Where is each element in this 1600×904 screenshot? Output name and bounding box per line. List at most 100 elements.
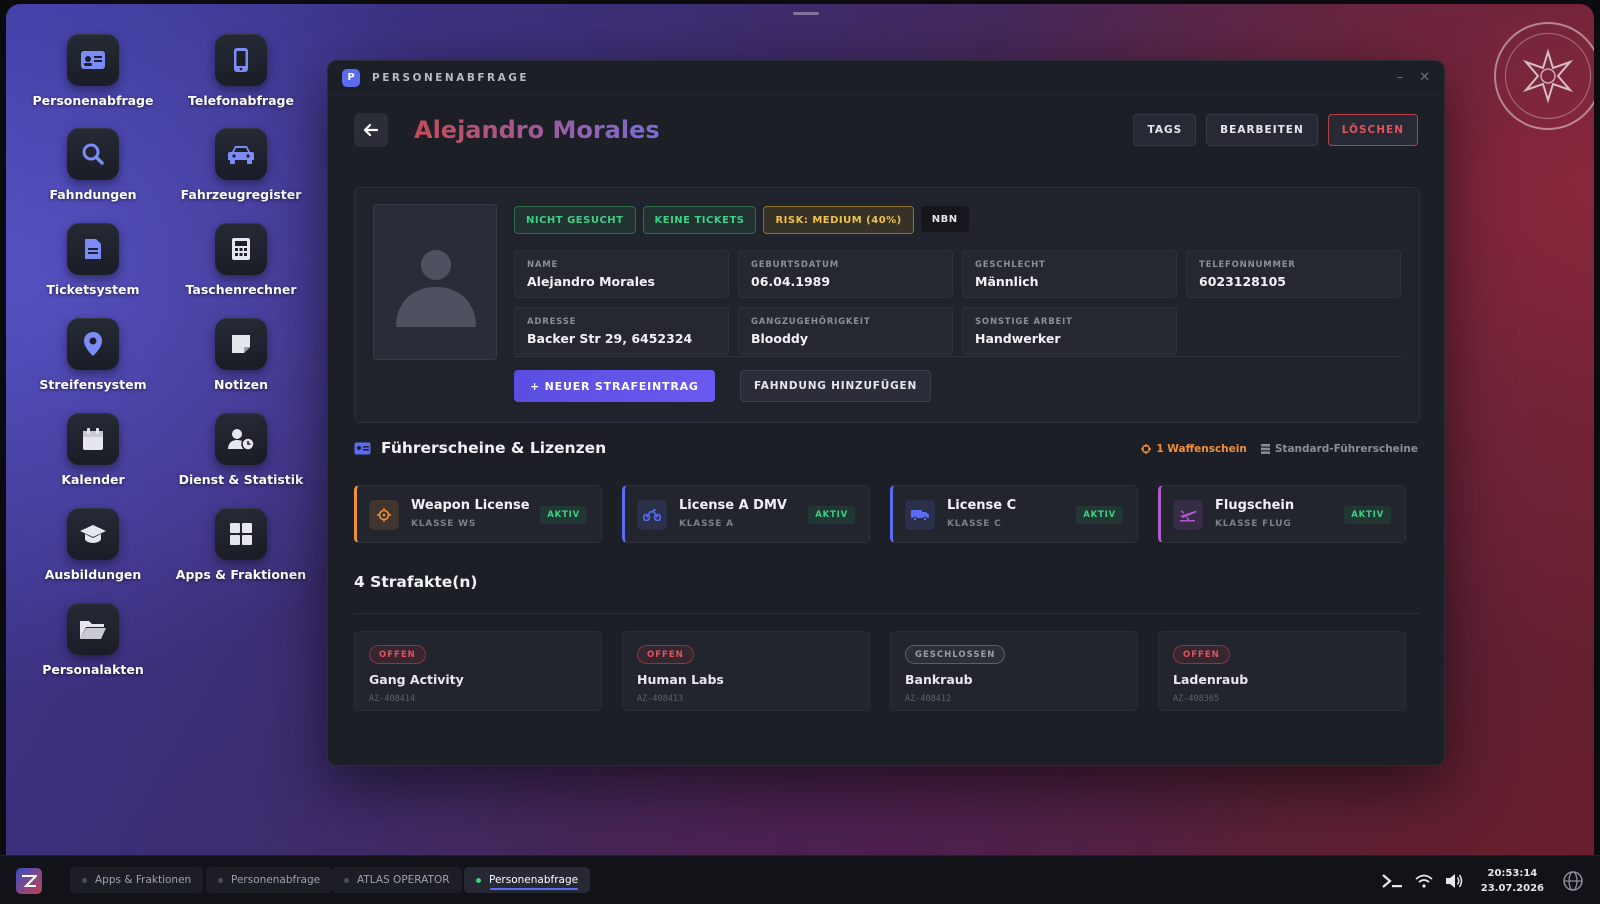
person-name-title: Alejandro Morales — [414, 116, 660, 144]
desktop-icon-label: Fahrzeugregister — [180, 187, 302, 202]
field-label: GESCHLECHT — [975, 260, 1046, 270]
desktop-icon-fahrzeugregister[interactable]: Fahrzeugregister — [171, 128, 311, 202]
star-badge-icon — [1522, 48, 1574, 104]
case-title: Gang Activity — [369, 672, 464, 687]
field-value: Blooddy — [751, 331, 809, 346]
note-icon — [215, 318, 267, 370]
case-card[interactable]: OFFEN Ladenraub AZ-408365 — [1158, 631, 1406, 711]
license-class: KLASSE C — [947, 519, 1002, 529]
desktop-icon-apps-fraktionen[interactable]: Apps & Fraktionen — [171, 508, 311, 582]
desktop-icon-ticketsystem[interactable]: Ticketsystem — [23, 223, 163, 297]
window-titlebar[interactable]: P PERSONENABFRAGE – ✕ — [328, 61, 1444, 95]
license-card[interactable]: Flugschein KLASSE FLUG AKTIV — [1158, 485, 1406, 543]
tickets-status-badge: KEINE TICKETS — [642, 206, 757, 234]
close-button[interactable]: ✕ — [1419, 70, 1430, 85]
desktop-icon-personalakten[interactable]: Personalakten — [23, 603, 163, 677]
user-clock-icon — [215, 413, 267, 465]
truck-icon — [905, 500, 935, 530]
desktop-icon-kalender[interactable]: Kalender — [23, 413, 163, 487]
taskbar-item[interactable]: ATLAS OPERATOR — [332, 867, 462, 893]
wanted-status-badge: NICHT GESUCHT — [514, 206, 636, 234]
field-value: Alejandro Morales — [527, 274, 655, 289]
cases-divider — [354, 613, 1420, 614]
desktop-icon-personenabfrage[interactable]: Personenabfrage — [23, 34, 163, 108]
license-card-icon — [354, 442, 371, 454]
add-warrant-button[interactable]: FAHNDUNG HINZUFÜGEN — [740, 370, 932, 402]
case-title: Human Labs — [637, 672, 724, 687]
new-record-button[interactable]: + NEUER STRAFEINTRAG — [514, 370, 715, 402]
volume-icon[interactable] — [1445, 873, 1463, 889]
weapon-count: 1 Waffenschein — [1141, 443, 1247, 455]
desktop-icon-fahndungen[interactable]: Fahndungen — [23, 128, 163, 202]
desktop-icon-label: Personalakten — [42, 662, 144, 677]
field-name: NAME Alejandro Morales — [514, 250, 729, 298]
start-menu-button[interactable] — [16, 868, 42, 894]
crosshair-icon — [369, 500, 399, 530]
avatar — [373, 204, 497, 360]
field-label: TELEFONNUMMER — [1199, 260, 1296, 270]
minimize-button[interactable]: – — [1397, 70, 1404, 85]
licenses-section-header: Führerscheine & Lizenzen — [354, 439, 606, 457]
case-card[interactable]: OFFEN Gang Activity AZ-408414 — [354, 631, 602, 711]
window-title: PERSONENABFRAGE — [372, 71, 529, 84]
license-name: License A DMV — [679, 498, 787, 513]
desktop-icon-label: Streifensystem — [39, 377, 147, 392]
delete-button[interactable]: LÖSCHEN — [1327, 114, 1418, 146]
license-card[interactable]: License C KLASSE C AKTIV — [890, 485, 1138, 543]
case-card[interactable]: OFFEN Human Labs AZ-408413 — [622, 631, 870, 711]
top-drag-handle[interactable] — [793, 12, 819, 15]
taskbar-item-label: Personenabfrage — [489, 874, 579, 886]
tags-button[interactable]: TAGS — [1133, 114, 1197, 146]
clock[interactable]: 20:53:14 23.07.2026 — [1481, 866, 1544, 896]
app-logo: P — [342, 68, 360, 87]
active-indicator — [490, 888, 579, 890]
police-seal-logo — [1494, 22, 1594, 130]
case-status-badge: OFFEN — [369, 645, 426, 664]
license-card[interactable]: License A DMV KLASSE A AKTIV — [622, 485, 870, 543]
license-name: Weapon License — [411, 498, 530, 513]
field-label: ADRESSE — [527, 317, 577, 327]
globe-icon[interactable] — [1562, 870, 1584, 892]
desktop-icon-streifensystem[interactable]: Streifensystem — [23, 318, 163, 392]
desktop-icon-telefonabfrage[interactable]: Telefonabfrage — [171, 34, 311, 108]
field-gender: GESCHLECHT Männlich — [962, 250, 1177, 298]
desktop-icon-dienst-statistik[interactable]: Dienst & Statistik — [171, 413, 311, 487]
desktop-icon-label: Notizen — [214, 377, 268, 392]
desktop-icon-taschenrechner[interactable]: Taschenrechner — [171, 223, 311, 297]
licenses-meta: 1 Waffenschein Standard-Führerscheine — [1141, 443, 1418, 455]
search-icon — [67, 128, 119, 180]
taskbar-item-active[interactable]: Personenabfrage — [464, 867, 591, 893]
clock-time: 20:53:14 — [1487, 867, 1538, 879]
taskbar-item-label: ATLAS OPERATOR — [357, 874, 450, 886]
taskbar: Apps & Fraktionen Personenabfrage ATLAS … — [0, 855, 1600, 904]
desktop-icon-label: Ausbildungen — [44, 567, 142, 582]
terminal-icon[interactable] — [1381, 873, 1403, 889]
case-id: AZ-408412 — [905, 694, 952, 704]
case-status-badge: OFFEN — [1173, 645, 1230, 664]
tag-badge: NBN — [920, 206, 969, 232]
desktop-icon-label: Kalender — [61, 472, 125, 487]
back-button[interactable] — [354, 113, 388, 147]
case-status-badge: OFFEN — [637, 645, 694, 664]
field-label: SONSTIGE ARBEIT — [975, 317, 1073, 327]
launcher-logo-icon — [22, 875, 37, 887]
field-birthdate: GEBURTSDATUM 06.04.1989 — [738, 250, 953, 298]
taskbar-item[interactable]: Personenabfrage — [206, 867, 333, 893]
license-card[interactable]: Weapon License KLASSE WS AKTIV — [354, 485, 602, 543]
personenabfrage-window: P PERSONENABFRAGE – ✕ Alejandro Morales … — [327, 60, 1445, 766]
person-header: Alejandro Morales TAGS BEARBEITEN LÖSCHE… — [354, 113, 1418, 147]
desktop-icon-ausbildungen[interactable]: Ausbildungen — [23, 508, 163, 582]
field-value: Männlich — [975, 274, 1039, 289]
edit-button[interactable]: BEARBEITEN — [1206, 114, 1318, 146]
case-card[interactable]: GESCHLOSSEN Bankraub AZ-408412 — [890, 631, 1138, 711]
license-name: License C — [947, 498, 1017, 513]
taskbar-item[interactable]: Apps & Fraktionen — [70, 867, 204, 893]
field-job: SONSTIGE ARBEIT Handwerker — [962, 307, 1177, 355]
taskbar-dot — [344, 877, 349, 883]
taskbar-dot — [82, 877, 87, 883]
desktop-icon-label: Apps & Fraktionen — [175, 567, 307, 582]
weapon-count-label: 1 Waffenschein — [1156, 443, 1247, 455]
field-address: ADRESSE Backer Str 29, 6452324 — [514, 307, 729, 355]
desktop-icon-notizen[interactable]: Notizen — [171, 318, 311, 392]
wifi-icon[interactable] — [1415, 874, 1433, 888]
